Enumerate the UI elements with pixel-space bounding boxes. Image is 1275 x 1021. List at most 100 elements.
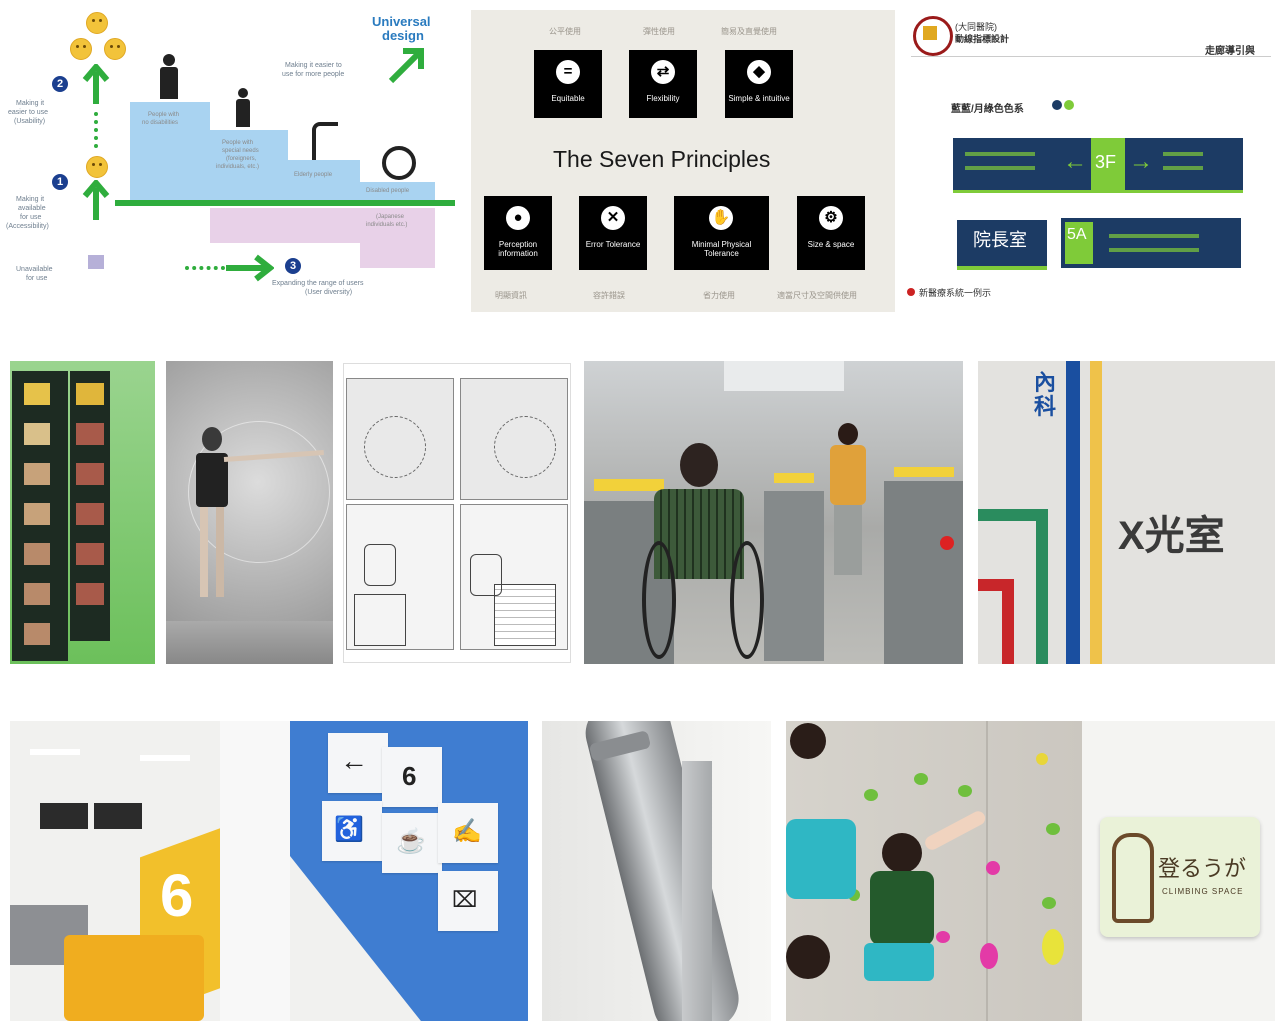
- unavailable-text: for use: [26, 275, 48, 282]
- puzzle-icon: ◆: [747, 60, 771, 84]
- sad-face-icon: [88, 255, 104, 269]
- principle-chinese-label: 適當尺寸及空間供使用: [777, 291, 857, 300]
- floor-shadow: [166, 621, 333, 664]
- wheelchair-icon: [382, 146, 416, 180]
- child-climber-shorts: [864, 943, 934, 981]
- waiting-area-tile[interactable]: 6 ← 6 ♿ ☕ ✍ ⌧: [10, 721, 528, 1021]
- walking-woman: [834, 505, 862, 575]
- person-icon: [160, 67, 178, 99]
- ticket-gate-photo-tile[interactable]: [584, 361, 963, 664]
- up-arrow-icon: [82, 180, 110, 220]
- color-system-label: 藍藍/月綠色色系: [951, 104, 1024, 115]
- universal-design-diagram-tile[interactable]: Universal design Making it easier to use…: [0, 0, 462, 310]
- walking-woman: [838, 423, 858, 445]
- direction-sign: ⌧: [438, 871, 498, 931]
- wheelchair-drawing: [364, 544, 396, 586]
- climbing-sign-english: CLIMBING SPACE: [1162, 887, 1244, 896]
- sign-lines: [1163, 166, 1203, 170]
- climbing-hold: [936, 931, 950, 943]
- child-climber-head: [882, 833, 922, 873]
- step-number-2: 2: [52, 76, 68, 92]
- easier-note-line2: use for more people: [282, 71, 345, 78]
- principle-flexibility: ⇄ Flexibility: [629, 50, 697, 118]
- handrail-pipe: [579, 721, 745, 1021]
- person-head: [202, 427, 222, 451]
- principle-chinese-label: 明顯資訊: [495, 291, 527, 300]
- hospital-signage-tile[interactable]: (大同醫院) 動線指標設計 走廊導引與 藍藍/月綠色色系 3F ← → 院長室 …: [905, 10, 1275, 310]
- step-number-1: 1: [52, 174, 68, 190]
- ergonomic-drawings-tile[interactable]: [343, 363, 571, 663]
- wheelchair-wheel: [730, 541, 764, 659]
- climbing-hold: [1042, 929, 1064, 965]
- wheelchair-drawing: [470, 554, 502, 596]
- yellow-sofa: [64, 935, 204, 1021]
- pictogram-icon: [76, 423, 104, 445]
- stair-label: (foreigners,: [226, 156, 257, 162]
- org-name-line2: 動線指標設計: [955, 34, 1010, 44]
- child-head-bottom: [786, 935, 830, 979]
- seven-principles-tile[interactable]: 公平使用 彈性使用 簡易及直覺使用 = Equitable ⇄ Flexibilit…: [471, 10, 895, 312]
- step2-text: (Usability): [14, 118, 46, 125]
- ceiling-light: [30, 749, 80, 755]
- equals-icon: =: [556, 60, 580, 84]
- principle-chinese-label: 省力使用: [703, 291, 735, 300]
- up-right-arrow-icon: [388, 48, 424, 84]
- direction-sign: ✍: [438, 803, 498, 863]
- sign-lines: [1109, 234, 1199, 238]
- pictogram-icon: [76, 463, 104, 485]
- desk-drawing: [354, 594, 406, 646]
- wheelchair-user-head: [680, 443, 718, 487]
- step2-text: Making it: [16, 100, 45, 107]
- sign-number: 6: [402, 761, 417, 791]
- person-icon: [236, 99, 250, 127]
- bulb-icon: ●: [506, 206, 530, 230]
- direction-sign: 6: [382, 747, 442, 807]
- direction-sign: ☕: [382, 813, 442, 873]
- pictogram-icon: [24, 543, 50, 565]
- right-arrow-icon: →: [1129, 148, 1153, 175]
- desk-drawing: [494, 584, 556, 646]
- step1-text: Making it: [16, 196, 45, 203]
- handrail-closeup-tile[interactable]: [542, 721, 771, 1021]
- climbing-hold: [864, 789, 878, 801]
- seven-principles-title: The Seven Principles: [553, 146, 771, 172]
- climbing-hold: [980, 943, 998, 969]
- hospital-logo-icon: [923, 26, 937, 40]
- floor-label-char2: 科: [1034, 394, 1057, 419]
- gate-right: [884, 481, 963, 664]
- person-leg: [216, 507, 224, 597]
- up-arrow-icon: [82, 64, 110, 104]
- green-baseline: [115, 200, 455, 206]
- principle-chinese-label: 簡易及直覺使用: [721, 27, 777, 36]
- child-climber-small: [790, 723, 826, 759]
- no-entry-sign-icon: [940, 536, 954, 550]
- waiting-room-icon: ♿: [334, 816, 364, 843]
- sign-lines: [1109, 248, 1199, 252]
- shuffle-icon: ⇄: [651, 60, 675, 84]
- unavailable-text: Unavailable: [16, 266, 53, 273]
- direction-sign: ♿: [322, 801, 382, 861]
- sign-lines: [1163, 152, 1203, 156]
- pictogram-icon: [24, 463, 50, 485]
- principle-equitable: = Equitable: [534, 50, 602, 118]
- wheelchair-wheel: [642, 541, 676, 659]
- person-icon: [163, 54, 175, 66]
- principle-chinese-label: 容許錯誤: [593, 291, 625, 300]
- principle-size: ⚙ Size & space: [797, 196, 865, 270]
- expand-text: (User diversity): [305, 289, 353, 296]
- pictogram-icon: [76, 383, 104, 405]
- climbing-wall-tile[interactable]: 登るうが CLIMBING SPACE: [786, 721, 1275, 1021]
- principle-perception: ● Perception information: [484, 196, 552, 270]
- sign-lines: [965, 152, 1035, 156]
- left-arrow-icon: ←: [1063, 148, 1087, 175]
- pictogram-column-tile[interactable]: [10, 361, 155, 664]
- gate-yellow-trim: [594, 479, 664, 491]
- human-proportion-photo-tile[interactable]: [166, 361, 333, 664]
- step1-text: for use: [20, 214, 42, 221]
- step2-text: easier to use: [8, 109, 49, 116]
- step1-text: available: [18, 205, 46, 212]
- smiley-icon: [86, 156, 108, 178]
- smiley-icon: [104, 38, 126, 60]
- climbing-hold: [1046, 823, 1060, 835]
- floor-guide-tile[interactable]: 內 科 X光室: [978, 361, 1275, 664]
